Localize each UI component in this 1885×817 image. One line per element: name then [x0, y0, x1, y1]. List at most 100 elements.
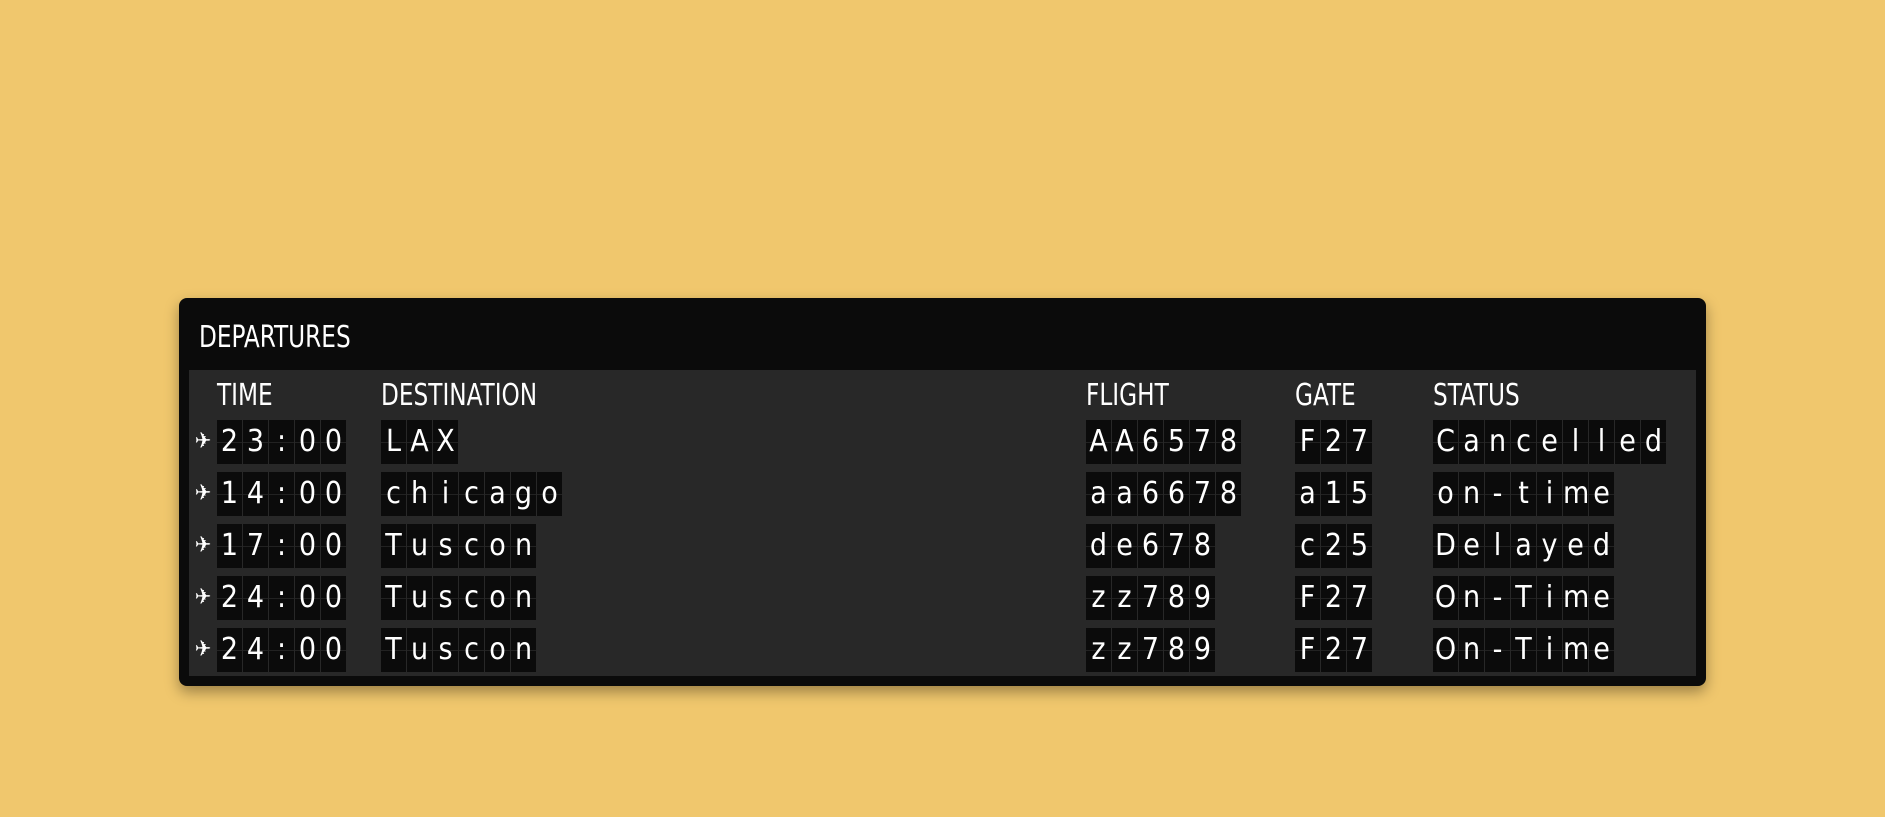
flap-char: T — [381, 628, 406, 672]
flap-char: T — [1511, 628, 1536, 672]
flap-char: 5 — [1347, 472, 1372, 516]
departures-board: DEPARTURES TIME DESTINATION FLIGHT GATE … — [179, 298, 1706, 686]
airplane-icon: ✈ — [194, 533, 212, 558]
flap-char: e — [1537, 420, 1562, 464]
flap-char: o — [1433, 472, 1458, 516]
flap-char: o — [485, 576, 510, 620]
flap-char: 6 — [1164, 472, 1189, 516]
flap-char: n — [1459, 576, 1484, 620]
column-header-gate: GATE — [1295, 378, 1356, 413]
cell-destination: Tuscon — [381, 524, 537, 568]
cell-gate: F27 — [1295, 628, 1373, 672]
flap-char: A — [1112, 420, 1137, 464]
flap-char: c — [459, 628, 484, 672]
flap-char: n — [511, 524, 536, 568]
cell-gate: c25 — [1295, 524, 1373, 568]
cell-destination: chicago — [381, 472, 563, 516]
flap-char: 7 — [1347, 576, 1372, 620]
flap-char: 6 — [1138, 420, 1163, 464]
flap-char: 8 — [1216, 472, 1241, 516]
flap-char: 4 — [243, 472, 268, 516]
flap-char: 7 — [243, 524, 268, 568]
flap-char: 8 — [1164, 628, 1189, 672]
flap-char: l — [1485, 524, 1510, 568]
flap-char: 7 — [1190, 420, 1215, 464]
flap-char: 5 — [1164, 420, 1189, 464]
flap-char: a — [1459, 420, 1484, 464]
flap-char: 3 — [243, 420, 268, 464]
flap-char: c — [1511, 420, 1536, 464]
flap-char: 2 — [217, 628, 242, 672]
flap-char: 6 — [1138, 524, 1163, 568]
flap-char: n — [1459, 472, 1484, 516]
flap-char: c — [459, 472, 484, 516]
flap-char: s — [433, 576, 458, 620]
airplane-icon: ✈ — [194, 481, 212, 506]
flap-char: 0 — [295, 524, 320, 568]
flap-char: 8 — [1164, 576, 1189, 620]
cell-flight: zz789 — [1086, 628, 1216, 672]
flap-char: A — [407, 420, 432, 464]
flap-char: O — [1433, 628, 1458, 672]
flap-char: 7 — [1138, 628, 1163, 672]
flap-char: z — [1086, 576, 1111, 620]
flap-char: a — [1511, 524, 1536, 568]
airplane-icon: ✈ — [194, 429, 212, 454]
flap-char: o — [537, 472, 562, 516]
board-title: DEPARTURES — [199, 320, 351, 355]
flap-char: 0 — [295, 576, 320, 620]
flap-char: X — [433, 420, 458, 464]
flap-char: 8 — [1190, 524, 1215, 568]
flap-char: 0 — [295, 420, 320, 464]
flap-char: L — [381, 420, 406, 464]
flap-char: 9 — [1190, 576, 1215, 620]
flap-char: e — [1589, 576, 1614, 620]
cell-status: On-Time — [1433, 576, 1615, 620]
flap-char: C — [1433, 420, 1458, 464]
flap-char: d — [1086, 524, 1111, 568]
cell-flight: aa6678 — [1086, 472, 1242, 516]
table-row: ✈ 1 7:0 0 Tu s c o n d e 6 7 8 c 2 5 De l a y e d — [189, 524, 1696, 568]
flap-char: 7 — [1138, 576, 1163, 620]
flap-char: z — [1112, 576, 1137, 620]
flap-char: n — [511, 576, 536, 620]
flap-char: z — [1112, 628, 1137, 672]
flap-char: a — [1086, 472, 1111, 516]
flap-char: 2 — [217, 420, 242, 464]
flap-char: l — [1563, 420, 1588, 464]
cell-gate: F27 — [1295, 576, 1373, 620]
cell-time: 14:00 — [217, 472, 347, 516]
flap-char: 2 — [1321, 420, 1346, 464]
flap-char: m — [1563, 472, 1588, 516]
cell-flight: AA6578 — [1086, 420, 1242, 464]
flap-char: i — [433, 472, 458, 516]
column-header-time: TIME — [217, 378, 273, 413]
flap-char: s — [433, 628, 458, 672]
flap-char: s — [433, 524, 458, 568]
flap-char: e — [1589, 472, 1614, 516]
flap-char: l — [1589, 420, 1614, 464]
flap-char: y — [1537, 524, 1562, 568]
cell-flight: zz789 — [1086, 576, 1216, 620]
flap-char: u — [407, 524, 432, 568]
cell-time: 17:00 — [217, 524, 347, 568]
table-row: ✈ 2 3:0 0 L A X A A 6 5 7 8 F 2 7 Ca n c e l l e d — [189, 420, 1696, 464]
flap-char: i — [1537, 628, 1562, 672]
flap-char: F — [1295, 628, 1320, 672]
flap-char: g — [511, 472, 536, 516]
cell-time: 24:00 — [217, 628, 347, 672]
flap-char: 0 — [295, 628, 320, 672]
flap-char: 6 — [1138, 472, 1163, 516]
cell-status: Cancelled — [1433, 420, 1667, 464]
flap-char: 1 — [217, 524, 242, 568]
flap-char: T — [381, 524, 406, 568]
flap-char: 2 — [1321, 576, 1346, 620]
flap-char: n — [1485, 420, 1510, 464]
flap-char: o — [485, 524, 510, 568]
cell-status: Delayed — [1433, 524, 1615, 568]
airplane-icon: ✈ — [194, 585, 212, 610]
table-row: ✈ 2 4:0 0 Tu s c o n z z 7 8 9 F 2 7 On - Ti m e — [189, 628, 1696, 672]
flap-char: 1 — [1321, 472, 1346, 516]
flap-char: 7 — [1347, 420, 1372, 464]
flap-char: A — [1086, 420, 1111, 464]
